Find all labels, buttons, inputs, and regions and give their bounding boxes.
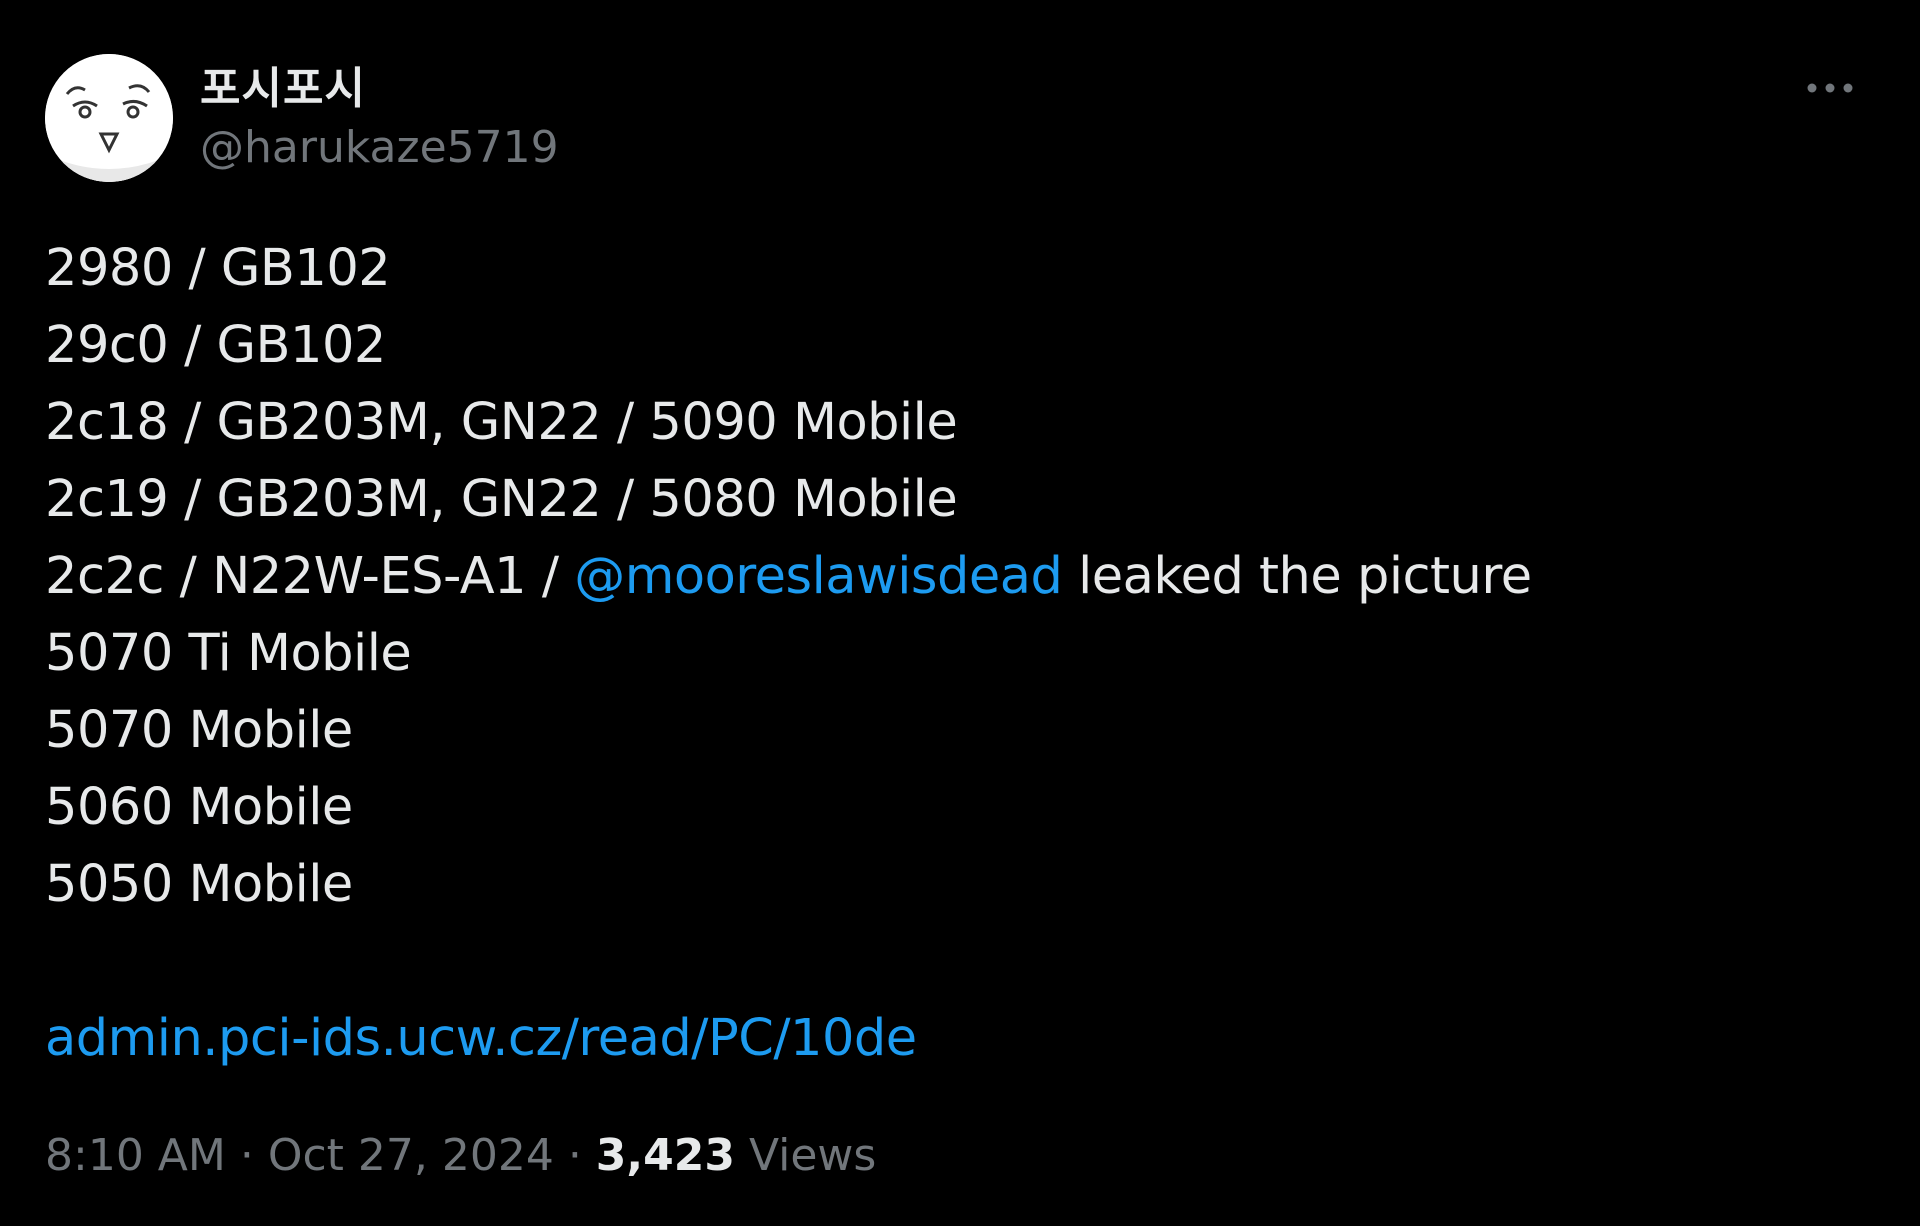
url-link[interactable]: admin.pci-ids.ucw.cz/read/PC/10de <box>45 1009 917 1068</box>
tweet-meta: 8:10 AM · Oct 27, 2024 · 3,423 Views <box>45 1130 876 1181</box>
tweet-text-segment: leaked the picture <box>1062 547 1532 606</box>
avatar[interactable] <box>45 54 173 182</box>
display-name[interactable]: 포시포시 <box>200 52 366 116</box>
user-handle[interactable]: @harukaze5719 <box>200 122 559 173</box>
tweet-line: 5050 Mobile <box>45 855 353 914</box>
tweet-date[interactable]: Oct 27, 2024 <box>268 1130 554 1181</box>
views-count: 3,423 <box>595 1130 735 1181</box>
tweet-line: 29c0 / GB102 <box>45 316 386 375</box>
tweet-text-segment: 2c2c / N22W-ES-A1 / <box>45 547 575 606</box>
tweet-line-with-mention: 2c2c / N22W-ES-A1 / @mooreslawisdead lea… <box>45 538 1845 615</box>
meta-separator: · <box>225 1130 268 1181</box>
tweet-time[interactable]: 8:10 AM <box>45 1130 226 1181</box>
tweet-line: 5070 Mobile <box>45 701 353 760</box>
mention-link[interactable]: @mooreslawisdead <box>574 547 1063 606</box>
tweet-text: 2980 / GB102 29c0 / GB102 2c18 / GB203M,… <box>45 230 1845 1077</box>
tweet-line: 2c18 / GB203M, GN22 / 5090 Mobile <box>45 393 958 452</box>
views-label: Views <box>748 1130 877 1181</box>
more-horizontal-icon <box>1807 83 1853 93</box>
tweet-line: 2980 / GB102 <box>45 239 391 298</box>
cartoon-face-avatar-icon <box>45 54 173 182</box>
meta-separator: · <box>553 1130 596 1181</box>
tweet-line: 5060 Mobile <box>45 778 353 837</box>
tweet-link-line: admin.pci-ids.ucw.cz/read/PC/10de <box>45 1000 1845 1077</box>
more-options-button[interactable] <box>1800 70 1860 106</box>
tweet-line: 2c19 / GB203M, GN22 / 5080 Mobile <box>45 470 958 529</box>
tweet-line: 5070 Ti Mobile <box>45 624 412 683</box>
